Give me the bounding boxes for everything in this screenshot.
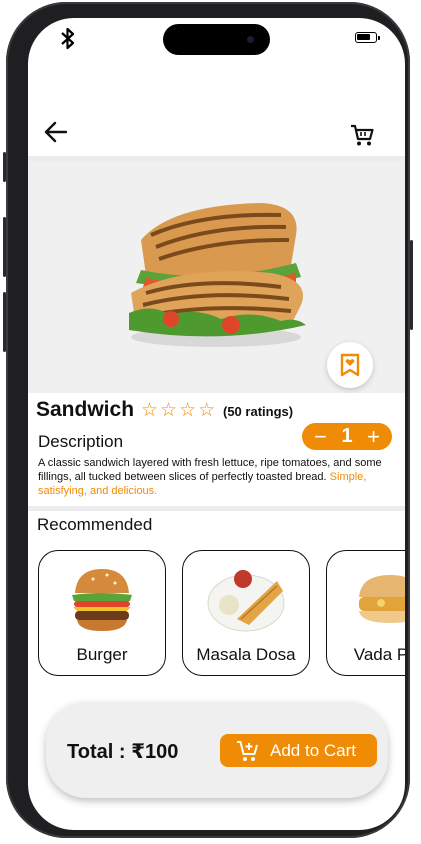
star-icon: ☆ (179, 400, 197, 421)
volume-down-button (3, 292, 6, 352)
recommended-card-masala-dosa[interactable]: Masala Dosa (182, 550, 310, 676)
battery-icon (355, 32, 380, 43)
add-to-cart-button[interactable]: Add to Cart (220, 734, 377, 767)
product-image (28, 161, 405, 393)
quantity-value: 1 (341, 425, 353, 447)
side-button (3, 152, 6, 182)
recommended-item-label: Vada Pav (353, 645, 405, 664)
description-heading: Description (38, 432, 124, 451)
description-text: A classic sandwich layered with fresh le… (38, 456, 400, 498)
recommended-item-label: Burger (76, 645, 128, 664)
power-button (410, 240, 413, 330)
quantity-stepper: − 1 + (302, 423, 392, 450)
bookmark-heart-icon (340, 353, 360, 377)
ratings-count: (50 ratings) (223, 404, 294, 419)
star-icon: ☆ (160, 400, 178, 421)
cart-icon[interactable] (349, 122, 375, 148)
sandwich-image (129, 203, 306, 347)
add-to-cart-label: Add to Cart (270, 740, 356, 760)
decrement-button[interactable]: − (314, 425, 327, 448)
dynamic-island (163, 24, 270, 55)
dosa-image (207, 570, 285, 632)
volume-up-button (3, 217, 6, 277)
divider (28, 506, 405, 511)
phone-frame: Sandwich ☆ ☆ ☆ ☆ (50 ratings) Descriptio… (3, 2, 413, 838)
bluetooth-icon (61, 27, 75, 50)
app-screen: Sandwich ☆ ☆ ☆ ☆ (50 ratings) Descriptio… (28, 18, 405, 830)
vada-pav-image (359, 575, 405, 623)
total-price: Total : ₹100 (67, 741, 179, 763)
cart-plus-icon (237, 740, 258, 761)
recommended-card-vada-pav[interactable]: Vada Pav (326, 550, 405, 676)
arrow-left-icon[interactable] (42, 120, 70, 144)
checkout-bar: Total : ₹100 Add to Cart (46, 702, 388, 798)
burger-image (72, 569, 132, 631)
recommended-card-burger[interactable]: Burger (38, 550, 166, 676)
product-title: Sandwich (36, 398, 135, 421)
star-icon: ☆ (141, 400, 159, 421)
increment-button[interactable]: + (367, 425, 380, 448)
star-icon: ☆ (198, 400, 216, 421)
recommended-item-label: Masala Dosa (196, 645, 296, 664)
favorite-button[interactable] (327, 342, 373, 388)
rating-stars: ☆ ☆ ☆ ☆ (141, 401, 215, 421)
recommended-heading: Recommended (37, 515, 153, 534)
